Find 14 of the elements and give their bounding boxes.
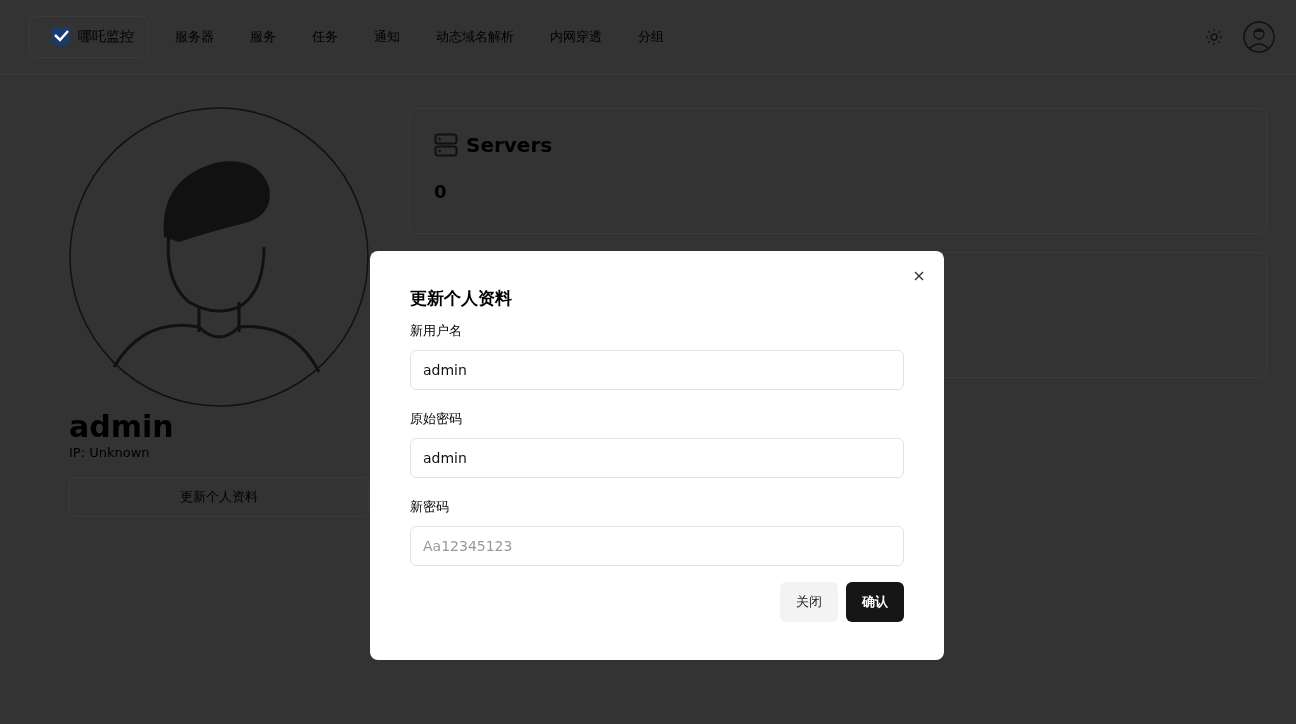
theme-toggle-icon[interactable]: [1206, 29, 1222, 45]
confirm-button[interactable]: 确认: [846, 582, 904, 622]
input-field[interactable]: Aa12345123: [410, 526, 904, 566]
avatar-icon[interactable]: [1243, 21, 1275, 53]
field-label: 原始密码: [410, 410, 463, 428]
server-icon: [434, 133, 458, 157]
close-icon[interactable]: [914, 271, 924, 281]
close-button[interactable]: 关闭: [780, 582, 838, 622]
shield-check-icon: [50, 26, 72, 48]
input-field[interactable]: admin: [410, 438, 904, 478]
field-label: 新密码: [410, 498, 450, 516]
input-field[interactable]: admin: [410, 350, 904, 390]
field-label: 新用户名: [410, 322, 463, 340]
dialog-title: 更新个人资料: [410, 287, 513, 310]
